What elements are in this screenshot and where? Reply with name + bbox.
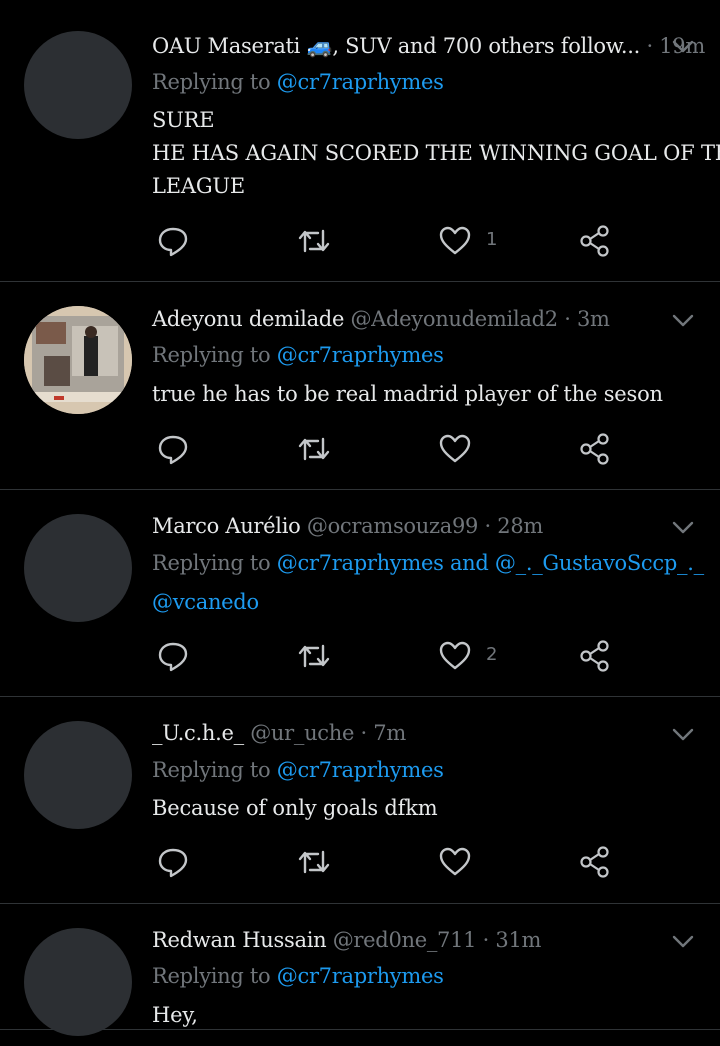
separator-dot: · [360,721,368,745]
user-handle[interactable]: @ocramsouza99 [307,514,479,538]
replying-to-continued: @vcanedo [152,588,259,616]
tweet-text: Hey, [152,999,672,1032]
retweet-icon [298,437,330,461]
separator-dot: · [484,514,492,538]
separator-dot: · [564,307,571,331]
like-icon [439,226,471,255]
display-name[interactable]: OAU Maserati 🚙, SUV and 700 others follo… [152,34,640,58]
tweet[interactable]: Marco Aurélio @ocramsouza99 · 28m Replyi… [0,490,720,697]
avatar[interactable] [24,721,132,829]
replying-to-label: Replying to [152,343,277,367]
tweet-text-line: Hey, [152,1003,198,1027]
tweet-text-line: LEAGUE [152,174,246,198]
mention-link[interactable]: @vcanedo [152,590,259,614]
tweet-text-line: SURE [152,108,215,132]
tweet-text: SURE HE HAS AGAIN SCORED THE WINNING GOA… [152,104,720,203]
tweet-text: true he has to be real madrid player of … [152,378,672,411]
action-bar [156,432,626,468]
like-count: 1 [486,229,498,250]
replying-to-label: Replying to [152,70,277,94]
tweet-header: OAU Maserati 🚙, SUV and 700 others follo… [152,32,705,60]
replying-to-label: Replying to [152,551,277,575]
like-icon [439,641,471,670]
action-bar [156,845,626,881]
like-count: 2 [486,644,498,665]
separator-dot: · [646,34,653,58]
chevron-down-icon[interactable] [672,314,694,328]
replying-to: Replying to @cr7raprhymes [152,68,444,96]
mention-link[interactable]: @cr7raprhymes [277,343,444,367]
tweet-header: Redwan Hussain @red0ne_711 · 31m [152,926,541,954]
retweet-icon [298,644,330,668]
retweet-icon [298,229,330,253]
display-name[interactable]: Adeyonu demilade [152,307,344,331]
reply-icon [158,435,188,465]
like-icon [439,847,471,876]
replying-to: Replying to @cr7raprhymes [152,341,444,369]
share-icon [580,433,609,465]
user-handle[interactable]: @ur_uche [250,721,354,745]
chevron-down-icon[interactable] [672,521,694,535]
replying-to-label: Replying to [152,964,277,988]
tweet[interactable]: OAU Maserati 🚙, SUV and 700 others follo… [0,0,720,282]
reply-icon [158,642,188,672]
action-bar: 1 [156,224,626,260]
tweet-text-line: true he has to be real madrid player of … [152,382,663,406]
replying-to: Replying to @cr7raprhymes [152,756,444,784]
user-handle[interactable]: @Adeyonudemilad2 [350,307,558,331]
avatar[interactable] [24,31,132,139]
replying-to-label: Replying to [152,758,277,782]
display-name[interactable]: Redwan Hussain [152,928,327,952]
replying-to: Replying to @cr7raprhymes and @_._Gustav… [152,549,704,577]
tweet[interactable]: _U.c.h.e_ @ur_uche · 7m Replying to @cr7… [0,697,720,904]
tweet-text-line: HE HAS AGAIN SCORED THE WINNING GOAL OF … [152,141,720,165]
tweet-header: Adeyonu demilade @Adeyonudemilad2 · 3m [152,305,610,333]
display-name[interactable]: Marco Aurélio [152,514,301,538]
avatar[interactable] [24,514,132,622]
avatar[interactable] [24,928,132,1036]
avatar[interactable] [24,306,132,414]
reply-icon [158,227,188,257]
tweet[interactable]: Redwan Hussain @red0ne_711 · 31m Replyin… [0,904,720,1036]
timestamp[interactable]: 7m [373,721,406,745]
share-icon [580,640,609,672]
share-icon [580,225,609,257]
user-handle[interactable]: @red0ne_711 [333,928,477,952]
tweet[interactable]: Adeyonu demilade @Adeyonudemilad2 · 3m R… [0,282,720,490]
tweet-text-line: Because of only goals dfkm [152,796,438,820]
mention-link[interactable]: @cr7raprhymes [277,964,444,988]
replying-to: Replying to @cr7raprhymes [152,962,444,990]
retweet-icon [298,850,330,874]
chevron-down-icon[interactable] [672,40,694,54]
timestamp[interactable]: 31m [495,928,541,952]
chevron-down-icon[interactable] [672,728,694,742]
like-icon [439,434,471,463]
tweet-header: _U.c.h.e_ @ur_uche · 7m [152,719,406,747]
timestamp[interactable]: 28m [497,514,543,538]
mention-link[interactable]: @cr7raprhymes [277,758,444,782]
chevron-down-icon[interactable] [672,935,694,949]
reply-icon [158,848,188,878]
display-name[interactable]: _U.c.h.e_ [152,721,244,745]
tweet-text: Because of only goals dfkm [152,792,672,825]
avatar-image [24,306,132,414]
action-bar: 2 [156,639,626,675]
separator-dot: · [482,928,490,952]
tweet-header: Marco Aurélio @ocramsouza99 · 28m [152,512,543,540]
mention-link[interactable]: @cr7raprhymes [277,70,444,94]
share-icon [580,846,609,878]
timestamp[interactable]: 3m [577,307,610,331]
mention-link[interactable]: @cr7raprhymes and @_._GustavoSccp_._ [277,551,704,575]
